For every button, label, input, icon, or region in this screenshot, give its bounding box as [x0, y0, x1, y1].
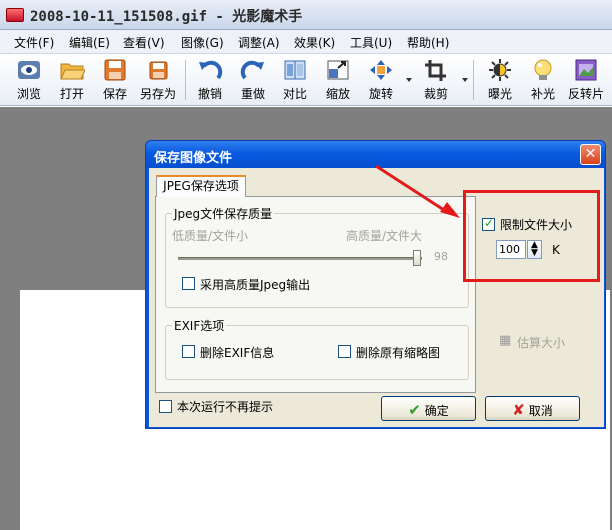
annotation-arrow	[375, 164, 460, 218]
app-window: 2008-10-11_151508.gif - 光影魔术手 文件(F) 编辑(E…	[0, 0, 612, 530]
tab-jpeg-options[interactable]: JPEG保存选项	[156, 175, 246, 197]
